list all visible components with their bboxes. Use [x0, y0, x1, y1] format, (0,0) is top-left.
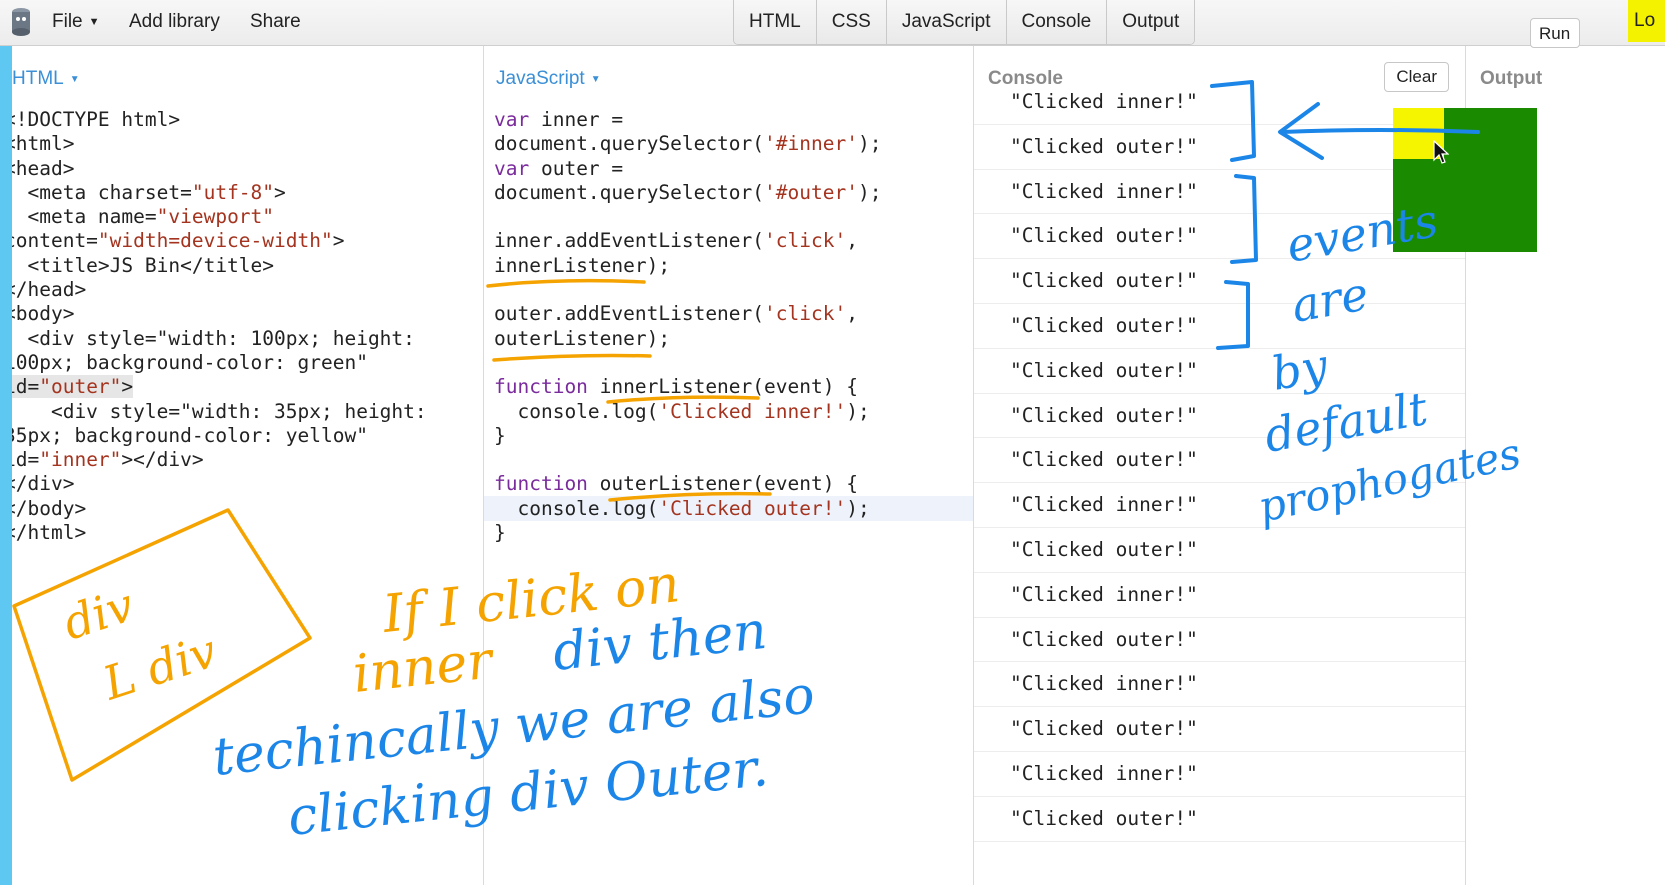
console-log-entry: "Clicked inner!" [974, 573, 1465, 618]
tab-output[interactable]: Output [1107, 0, 1195, 44]
console-log-entry: "Clicked inner!" [974, 662, 1465, 708]
console-log-entry: "Clicked outer!" [974, 438, 1465, 484]
javascript-code-line: console.log('Clicked outer!'); [494, 496, 870, 520]
output-panel-label: Output [1480, 68, 1543, 89]
add-library-label: Add library [129, 11, 220, 32]
file-menu-label: File [52, 11, 83, 32]
console-log-entry: "Clicked outer!" [974, 349, 1465, 394]
share-label: Share [250, 11, 301, 32]
javascript-editor-panel[interactable]: JavaScript ▼ var inner = document.querySel… [484, 46, 974, 885]
chevron-down-icon: ▼ [69, 74, 80, 85]
javascript-code-line: } [494, 423, 506, 447]
file-menu[interactable]: File ▼ [52, 0, 100, 46]
html-code-line: content="width=device-width"> [12, 229, 345, 253]
html-code-line: </body> [12, 496, 87, 520]
jsbin-logo-icon[interactable] [10, 6, 32, 38]
javascript-code-line: outer.addEventListener('click', [494, 302, 858, 326]
javascript-code-line [494, 278, 881, 302]
javascript-code-line: outerListener); [494, 326, 671, 350]
javascript-code-line: console.log('Clicked inner!'); [494, 399, 870, 423]
console-log-entry: "Clicked outer!" [974, 394, 1465, 439]
html-code-line: </div> [12, 472, 75, 496]
run-button[interactable]: Run [1530, 18, 1580, 48]
html-panel-label-text: HTML [12, 68, 64, 89]
html-code-line: 100px; background-color: green" [12, 350, 368, 374]
chevron-down-icon: ▼ [88, 16, 100, 28]
share-menu[interactable]: Share [250, 0, 301, 46]
console-log-entry: "Clicked outer!" [974, 259, 1465, 304]
console-log-entry: "Clicked outer!" [974, 797, 1465, 842]
tab-html[interactable]: HTML [734, 0, 817, 44]
mouse-cursor-icon [1433, 140, 1449, 164]
html-code-line: id="outer"> [12, 375, 427, 399]
html-code-line: <html> [12, 132, 75, 156]
javascript-code-line: function outerListener(event) { [494, 472, 858, 496]
html-code-line: id="inner"></div> [12, 448, 204, 472]
javascript-code-line: var inner = [494, 108, 624, 131]
login-button[interactable]: Lo [1628, 0, 1665, 42]
html-code-line: <div style="width: 100px; height: [12, 326, 415, 350]
javascript-code-line [494, 448, 881, 472]
outer-div-preview[interactable] [1393, 108, 1537, 252]
console-log-entry: "Clicked outer!" [974, 618, 1465, 663]
left-edge-strip [0, 0, 12, 885]
html-code[interactable]: <!DOCTYPE html><html><head> <meta charse… [12, 108, 427, 545]
tab-javascript[interactable]: JavaScript [886, 0, 1007, 44]
chevron-down-icon: ▼ [590, 74, 601, 85]
javascript-code-line: innerListener); [494, 253, 671, 277]
html-code-line: <meta charset="utf-8"> [12, 180, 286, 204]
html-code-line: <meta name="viewport" [12, 205, 275, 229]
html-code-line: <!DOCTYPE html> [12, 108, 181, 131]
html-code-line: <div style="width: 35px; height: [12, 399, 427, 423]
html-panel-label[interactable]: HTML ▼ [12, 68, 80, 90]
panel-tabs: HTML CSS JavaScript Console Output [733, 0, 1196, 45]
html-code-line: </head> [12, 278, 87, 302]
console-log-entry: "Clicked inner!" [974, 752, 1465, 797]
javascript-code-line [494, 351, 881, 375]
console-log-entry: "Clicked outer!" [974, 304, 1465, 349]
javascript-code-line: } [494, 521, 506, 545]
html-editor-panel[interactable]: HTML ▼ <!DOCTYPE html><html><head> <meta … [12, 46, 484, 885]
html-code-line: <body> [12, 302, 75, 326]
javascript-code-line: function innerListener(event) { [494, 375, 858, 399]
html-code-line: 35px; background-color: yellow" [12, 423, 368, 447]
tab-css[interactable]: CSS [816, 0, 887, 44]
add-library-menu[interactable]: Add library [129, 0, 220, 46]
html-code-line: <title>JS Bin</title> [12, 253, 275, 277]
html-code-line: </html> [12, 521, 87, 545]
javascript-code-line: document.querySelector('#inner'); [494, 132, 882, 156]
javascript-code-line [494, 205, 881, 229]
javascript-code[interactable]: var inner = document.querySelector('#inne… [494, 108, 881, 545]
console-log-entry: "Clicked outer!" [974, 528, 1465, 573]
console-log-entry: "Clicked outer!" [974, 707, 1465, 752]
javascript-code-line: var outer = [494, 156, 624, 180]
javascript-panel-label[interactable]: JavaScript ▼ [496, 68, 601, 90]
javascript-panel-label-text: JavaScript [496, 68, 585, 89]
tab-console[interactable]: Console [1006, 0, 1108, 44]
javascript-code-line: inner.addEventListener('click', [494, 229, 858, 253]
html-code-line: <head> [12, 156, 75, 180]
console-log-entry: "Clicked inner!" [974, 483, 1465, 528]
top-bar: File ▼ Add library Share HTML CSS JavaScr… [0, 0, 1665, 46]
javascript-code-line: document.querySelector('#outer'); [494, 180, 882, 204]
